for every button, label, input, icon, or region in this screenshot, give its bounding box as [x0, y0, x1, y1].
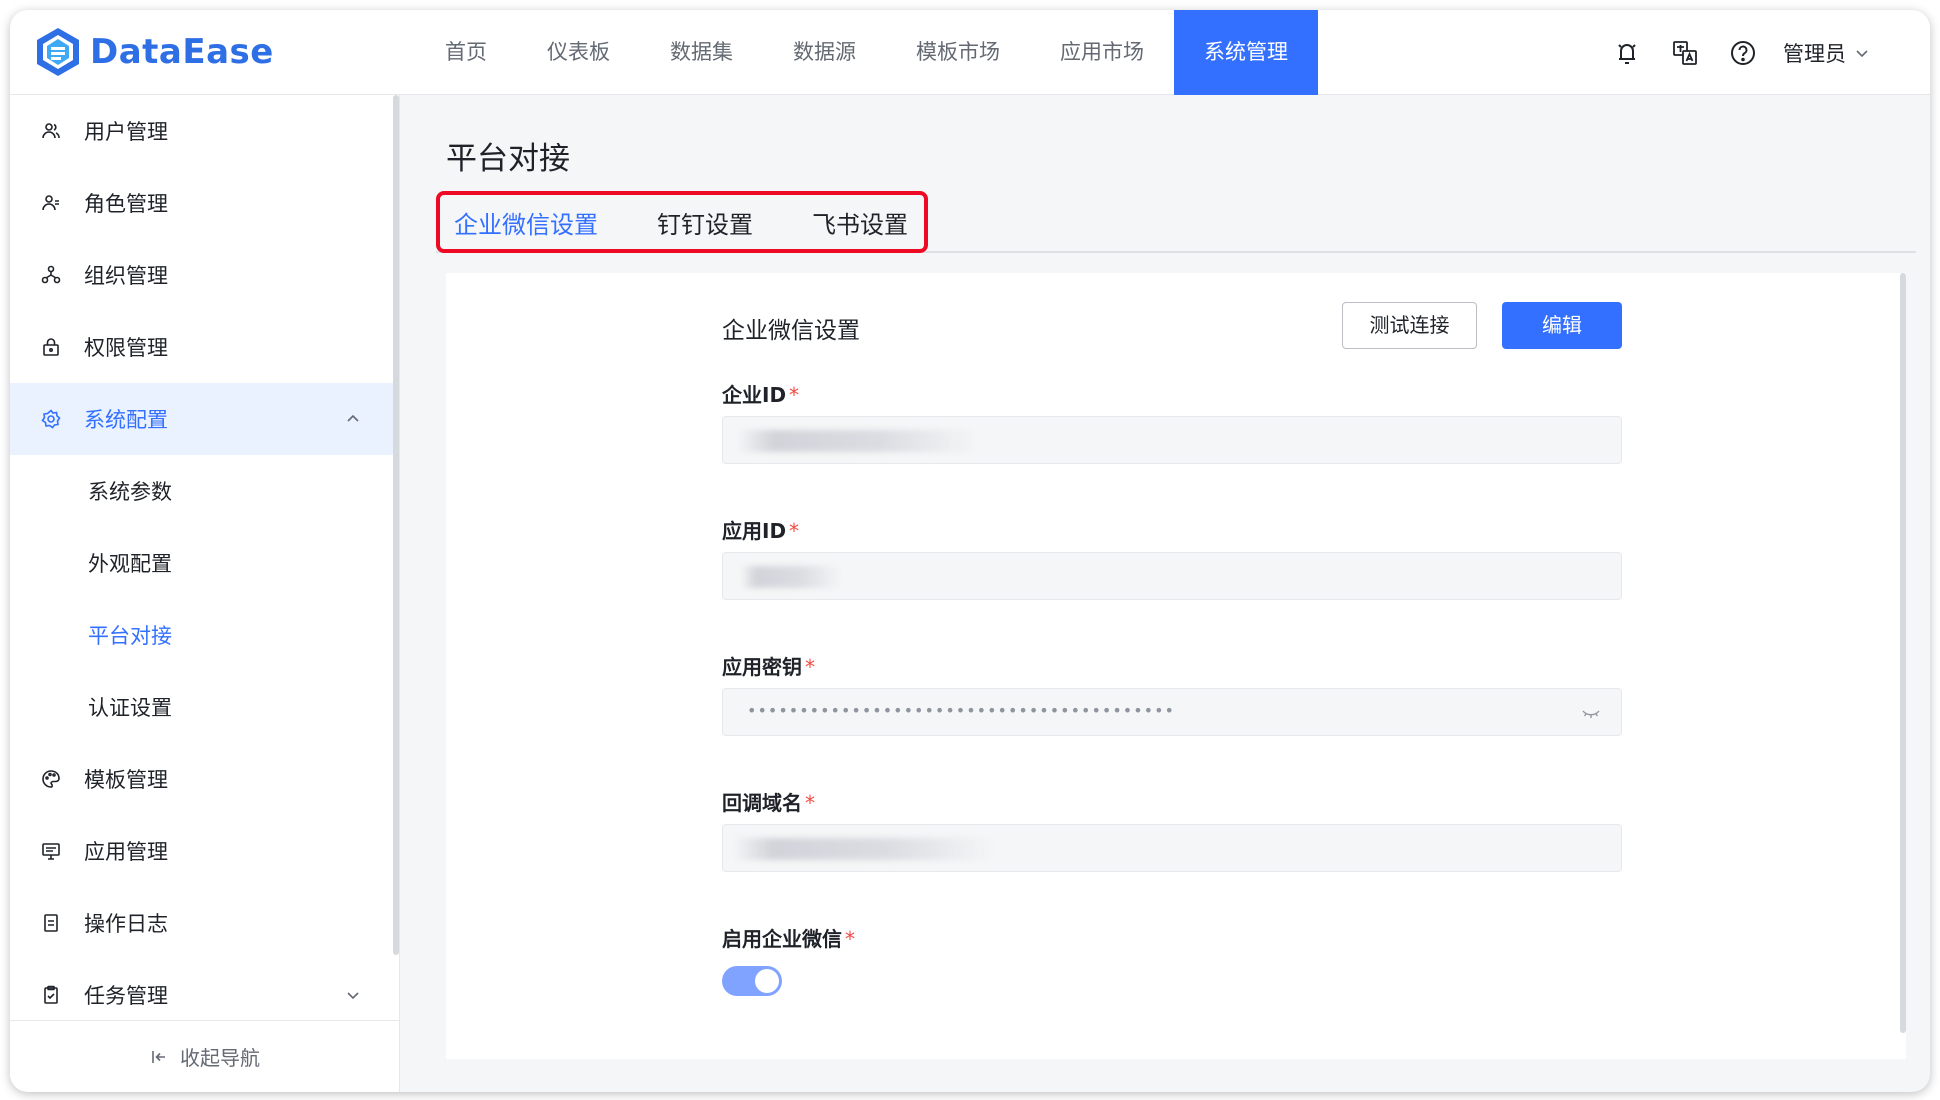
tab-lark-settings[interactable]: 飞书设置 [806, 205, 916, 240]
org-icon [40, 264, 62, 286]
sidebar: 用户管理 角色管理 组织管理 权限管理 系统配置 系统参数 外观配置 平台对接 … [10, 95, 400, 1092]
tabs-highlight-box: 企业微信设置 钉钉设置 飞书设置 [436, 191, 928, 253]
header-actions: 管理员 [1585, 10, 1870, 95]
sidebar-item-role-management[interactable]: 角色管理 [10, 167, 393, 239]
corp-id-label: 企业ID * [722, 383, 800, 407]
lock-icon [40, 336, 62, 358]
nav-item-datasource[interactable]: 数据源 [763, 10, 886, 95]
tab-bar: 企业微信设置 钉钉设置 飞书设置 [436, 191, 1916, 253]
test-connection-button[interactable]: 测试连接 [1342, 302, 1477, 349]
app-id-label: 应用ID * [722, 519, 800, 543]
tab-dingtalk-settings[interactable]: 钉钉设置 [651, 205, 778, 240]
user-menu[interactable]: 管理员 [1783, 38, 1870, 68]
chevron-down-icon [347, 992, 359, 1000]
content-scrollbar[interactable] [1900, 273, 1906, 1033]
sidebar-subitem-appearance[interactable]: 外观配置 [10, 527, 393, 599]
notification-bell-icon[interactable] [1611, 37, 1643, 69]
users-icon [40, 120, 62, 142]
collapse-nav-button[interactable]: 收起导航 [10, 1020, 400, 1092]
main-content: 平台对接 企业微信设置 钉钉设置 飞书设置 企业微信设置 测试连接 编辑 企业I… [400, 95, 1930, 1092]
help-question-icon[interactable] [1727, 37, 1759, 69]
sidebar-item-permission-management[interactable]: 权限管理 [10, 311, 393, 383]
masked-value [737, 430, 977, 452]
sidebar-menu: 用户管理 角色管理 组织管理 权限管理 系统配置 系统参数 外观配置 平台对接 … [10, 95, 393, 1020]
collapse-arrow-icon [152, 1050, 165, 1063]
masked-value [741, 566, 841, 588]
monitor-icon [40, 840, 62, 862]
sidebar-subitem-auth-settings[interactable]: 认证设置 [10, 671, 393, 743]
sidebar-item-user-management[interactable]: 用户管理 [10, 95, 393, 167]
sidebar-scrollbar[interactable] [393, 95, 399, 955]
top-nav: 首页 仪表板 数据集 数据源 模板市场 应用市场 系统管理 [415, 10, 1318, 95]
role-icon [40, 192, 62, 214]
form-title: 企业微信设置 [722, 318, 860, 344]
enable-wecom-toggle[interactable] [722, 966, 782, 996]
eye-hidden-icon[interactable] [1581, 705, 1601, 721]
callback-domain-label: 回调域名 * [722, 791, 815, 815]
nav-item-app-market[interactable]: 应用市场 [1030, 10, 1174, 95]
brand-name: DataEase [90, 32, 274, 72]
nav-item-home[interactable]: 首页 [415, 10, 517, 95]
app-secret-label: 应用密钥 * [722, 655, 815, 679]
gear-icon [40, 408, 62, 430]
password-dots: ••••••••••••••••••••••••••••••••••••••••… [747, 701, 1175, 720]
sidebar-subitem-system-params[interactable]: 系统参数 [10, 455, 393, 527]
callback-domain-input[interactable] [722, 824, 1622, 872]
palette-icon [40, 768, 62, 790]
toggle-knob [755, 969, 779, 993]
sidebar-item-operation-log[interactable]: 操作日志 [10, 887, 393, 959]
app-id-input[interactable] [722, 552, 1622, 600]
clipboard-icon [40, 984, 62, 1006]
sidebar-item-app-management[interactable]: 应用管理 [10, 815, 393, 887]
chevron-up-icon [347, 414, 359, 422]
sidebar-item-system-config[interactable]: 系统配置 [10, 383, 393, 455]
nav-item-system-management[interactable]: 系统管理 [1174, 10, 1318, 95]
top-header: DataEase 首页 仪表板 数据集 数据源 模板市场 应用市场 系统管理 管… [10, 10, 1930, 95]
sidebar-item-org-management[interactable]: 组织管理 [10, 239, 393, 311]
log-icon [40, 912, 62, 934]
page-title: 平台对接 [446, 141, 570, 177]
nav-item-dataset[interactable]: 数据集 [640, 10, 763, 95]
logo[interactable]: DataEase [34, 24, 274, 80]
sidebar-item-task-management[interactable]: 任务管理 [10, 959, 393, 1020]
dataease-logo-icon [37, 28, 79, 76]
chevron-down-icon [1856, 49, 1868, 57]
edit-button[interactable]: 编辑 [1502, 302, 1622, 349]
user-name: 管理员 [1783, 41, 1846, 66]
masked-value [733, 838, 993, 860]
language-translate-icon[interactable] [1669, 37, 1701, 69]
sidebar-subitem-platform-integration[interactable]: 平台对接 [10, 599, 393, 671]
nav-item-template-market[interactable]: 模板市场 [886, 10, 1030, 95]
settings-card: 企业微信设置 测试连接 编辑 企业ID * 应用ID * 应用密钥 * •••••••… [446, 273, 1906, 1059]
corp-id-input[interactable] [722, 416, 1622, 464]
sidebar-item-template-management[interactable]: 模板管理 [10, 743, 393, 815]
app-secret-input[interactable]: ••••••••••••••••••••••••••••••••••••••••… [722, 688, 1622, 736]
tab-wecom-settings[interactable]: 企业微信设置 [448, 205, 623, 240]
app-window: DataEase 首页 仪表板 数据集 数据源 模板市场 应用市场 系统管理 管… [10, 10, 1930, 1092]
nav-item-dashboard[interactable]: 仪表板 [517, 10, 640, 95]
enable-wecom-label: 启用企业微信 * [722, 927, 855, 951]
